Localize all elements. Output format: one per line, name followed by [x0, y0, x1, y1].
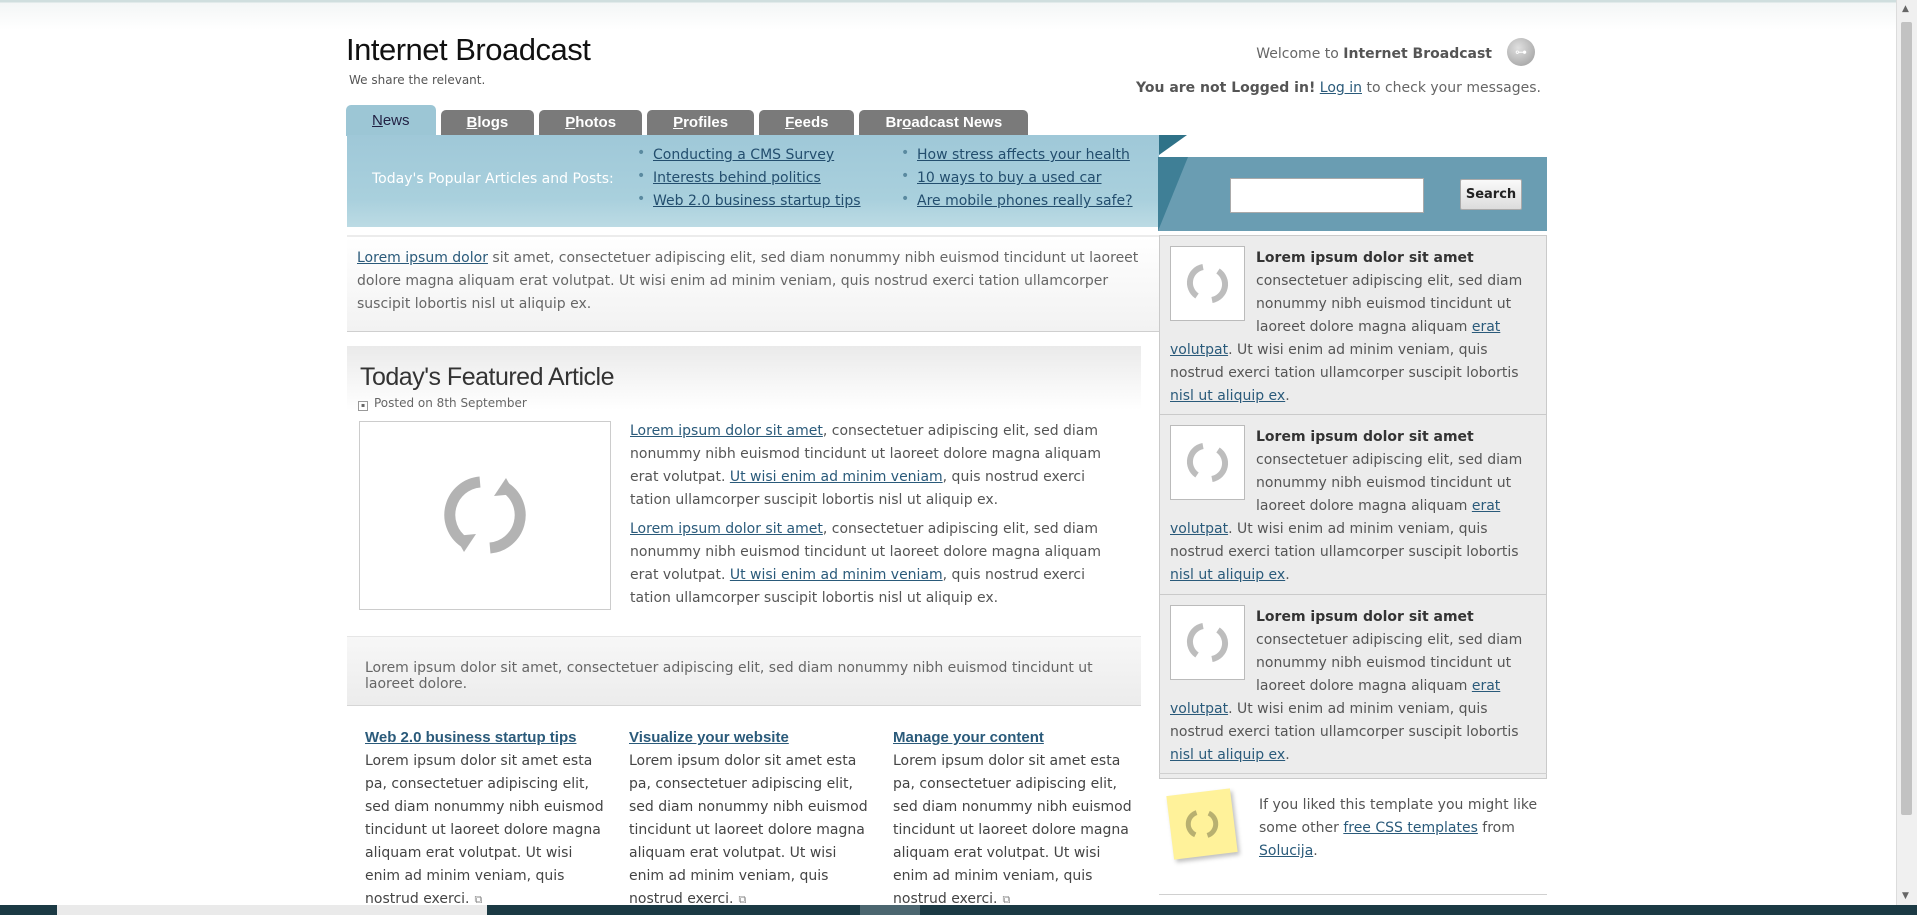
tab-news[interactable]: News	[346, 105, 436, 136]
featured-link[interactable]: Lorem ipsum dolor sit amet	[630, 521, 823, 537]
summary-box: Lorem ipsum dolor sit amet, consectetuer…	[347, 636, 1141, 706]
scroll-up-arrow-icon[interactable]: ▲	[1902, 4, 1909, 14]
site-title: Internet Broadcast	[346, 32, 591, 67]
free-templates-link[interactable]: free CSS templates	[1343, 820, 1478, 836]
featured-paragraph: Lorem ipsum dolor sit amet, consectetuer…	[630, 423, 1102, 508]
card-title: Lorem ipsum dolor sit amet	[1256, 429, 1474, 445]
panel-slant-decoration	[1158, 157, 1188, 231]
welcome-name: Internet Broadcast	[1343, 46, 1492, 62]
reload-icon	[1186, 264, 1229, 303]
welcome-prefix: Welcome to	[1256, 46, 1339, 62]
scrollbar-thumb[interactable]	[1901, 22, 1912, 815]
popular-list-1: Conducting a CMS Survey Interests behind…	[637, 145, 861, 216]
tab-profiles[interactable]: Profiles	[647, 110, 755, 136]
solucija-link[interactable]: Solucija	[1259, 843, 1313, 859]
panel-corner-decoration	[1159, 135, 1187, 155]
login-status: You are not Logged in! Log in to check y…	[1136, 80, 1541, 96]
list-item: Web 2.0 business startup tips	[637, 191, 861, 216]
sticky-note-icon	[1166, 788, 1238, 860]
list-item: 10 ways to buy a used car	[901, 168, 1133, 193]
column-text: Lorem ipsum dolor sit amet esta pa, cons…	[365, 753, 604, 907]
reload-icon	[1186, 443, 1229, 482]
list-item: Are mobile phones really safe?	[901, 191, 1133, 216]
popular-link[interactable]: Web 2.0 business startup tips	[653, 193, 861, 209]
taskbar-item[interactable]	[860, 905, 920, 915]
reload-icon	[1185, 810, 1219, 838]
tab-broadcast-news[interactable]: Broadcast News	[859, 110, 1029, 136]
column-text: Lorem ipsum dolor sit amet esta pa, cons…	[629, 753, 868, 907]
vertical-scrollbar[interactable]: ▲ ▼	[1896, 0, 1917, 905]
featured-image	[359, 421, 611, 610]
column-title-link[interactable]: Web 2.0 business startup tips	[365, 729, 576, 746]
column-title-link[interactable]: Manage your content	[893, 729, 1044, 746]
search-button[interactable]: Search	[1460, 179, 1522, 210]
login-link[interactable]: Log in	[1320, 80, 1362, 96]
popular-link[interactable]: Conducting a CMS Survey	[653, 147, 834, 163]
scroll-down-arrow-icon[interactable]: ▼	[1902, 891, 1909, 901]
card-title: Lorem ipsum dolor sit amet	[1256, 609, 1474, 625]
popular-link[interactable]: Interests behind politics	[653, 170, 821, 186]
sidebar-card: Lorem ipsum dolor sit amet consectetuer …	[1159, 414, 1547, 599]
intro-box: Lorem ipsum dolor sit amet, consectetuer…	[347, 235, 1159, 332]
column-title-link[interactable]: Visualize your website	[629, 729, 789, 746]
article-column: Visualize your website Lorem ipsum dolor…	[629, 726, 871, 911]
column-text: Lorem ipsum dolor sit amet esta pa, cons…	[893, 753, 1132, 907]
tab-blogs[interactable]: Blogs	[440, 110, 535, 136]
popular-label: Today's Popular Articles and Posts:	[372, 171, 614, 187]
featured-text: Lorem ipsum dolor sit amet, consectetuer…	[630, 420, 1116, 616]
featured-link[interactable]: Lorem ipsum dolor sit amet	[630, 423, 823, 439]
popular-link[interactable]: How stress affects your health	[917, 147, 1130, 163]
reload-icon	[1186, 623, 1229, 662]
login-suffix: to check your messages.	[1366, 80, 1541, 96]
popular-list-2: How stress affects your health 10 ways t…	[901, 145, 1133, 216]
intro-link[interactable]: Lorem ipsum dolor	[357, 250, 488, 266]
card-link[interactable]: nisl ut aliquip ex	[1170, 567, 1285, 583]
article-column: Web 2.0 business startup tips Lorem ipsu…	[365, 726, 607, 911]
list-item: Interests behind politics	[637, 168, 861, 193]
search-input[interactable]	[1230, 178, 1424, 213]
list-item: How stress affects your health	[901, 145, 1133, 170]
popular-articles-bar: Today's Popular Articles and Posts: Cond…	[347, 135, 1159, 227]
taskbar-item[interactable]	[57, 905, 487, 915]
site-tagline: We share the relevant.	[349, 73, 486, 87]
article-column: Manage your content Lorem ipsum dolor si…	[893, 726, 1135, 911]
card-thumbnail	[1170, 425, 1245, 500]
featured-paragraph: Lorem ipsum dolor sit amet, consectetuer…	[630, 521, 1102, 606]
card-thumbnail	[1170, 605, 1245, 680]
tab-photos[interactable]: Photos	[539, 110, 643, 136]
tab-feeds[interactable]: Feeds	[759, 110, 855, 136]
summary-text: Lorem ipsum dolor sit amet, consectetuer…	[365, 660, 1093, 692]
promo-text: If you liked this template you might lik…	[1259, 797, 1538, 859]
calendar-icon: ▪	[358, 401, 368, 411]
key-icon[interactable]: ⊶	[1507, 38, 1535, 66]
card-thumbnail	[1170, 246, 1245, 321]
not-logged-in-text: You are not Logged in!	[1136, 80, 1316, 96]
list-item: Conducting a CMS Survey	[637, 145, 861, 170]
welcome-text: Welcome to Internet Broadcast	[1256, 46, 1492, 62]
featured-link[interactable]: Ut wisi enim ad minim veniam	[730, 469, 943, 485]
reload-icon	[444, 476, 526, 554]
card-link[interactable]: nisl ut aliquip ex	[1170, 388, 1285, 404]
browser-top-strip	[0, 0, 1897, 30]
card-title: Lorem ipsum dolor sit amet	[1256, 250, 1474, 266]
sidebar-card: Lorem ipsum dolor sit amet consectetuer …	[1159, 235, 1547, 420]
posted-date: ▪ Posted on 8th September	[358, 396, 527, 411]
featured-title: Today's Featured Article	[360, 363, 615, 391]
sidebar-card: Lorem ipsum dolor sit amet consectetuer …	[1159, 594, 1547, 779]
card-link[interactable]: nisl ut aliquip ex	[1170, 747, 1285, 763]
taskbar	[0, 905, 1917, 915]
featured-link[interactable]: Ut wisi enim ad minim veniam	[730, 567, 943, 583]
popular-link[interactable]: Are mobile phones really safe?	[917, 193, 1133, 209]
main-nav-tabs: News Blogs Photos Profiles Feeds Broadca…	[346, 104, 1033, 136]
popular-link[interactable]: 10 ways to buy a used car	[917, 170, 1102, 186]
intro-paragraph: Lorem ipsum dolor sit amet, consectetuer…	[357, 250, 1139, 312]
